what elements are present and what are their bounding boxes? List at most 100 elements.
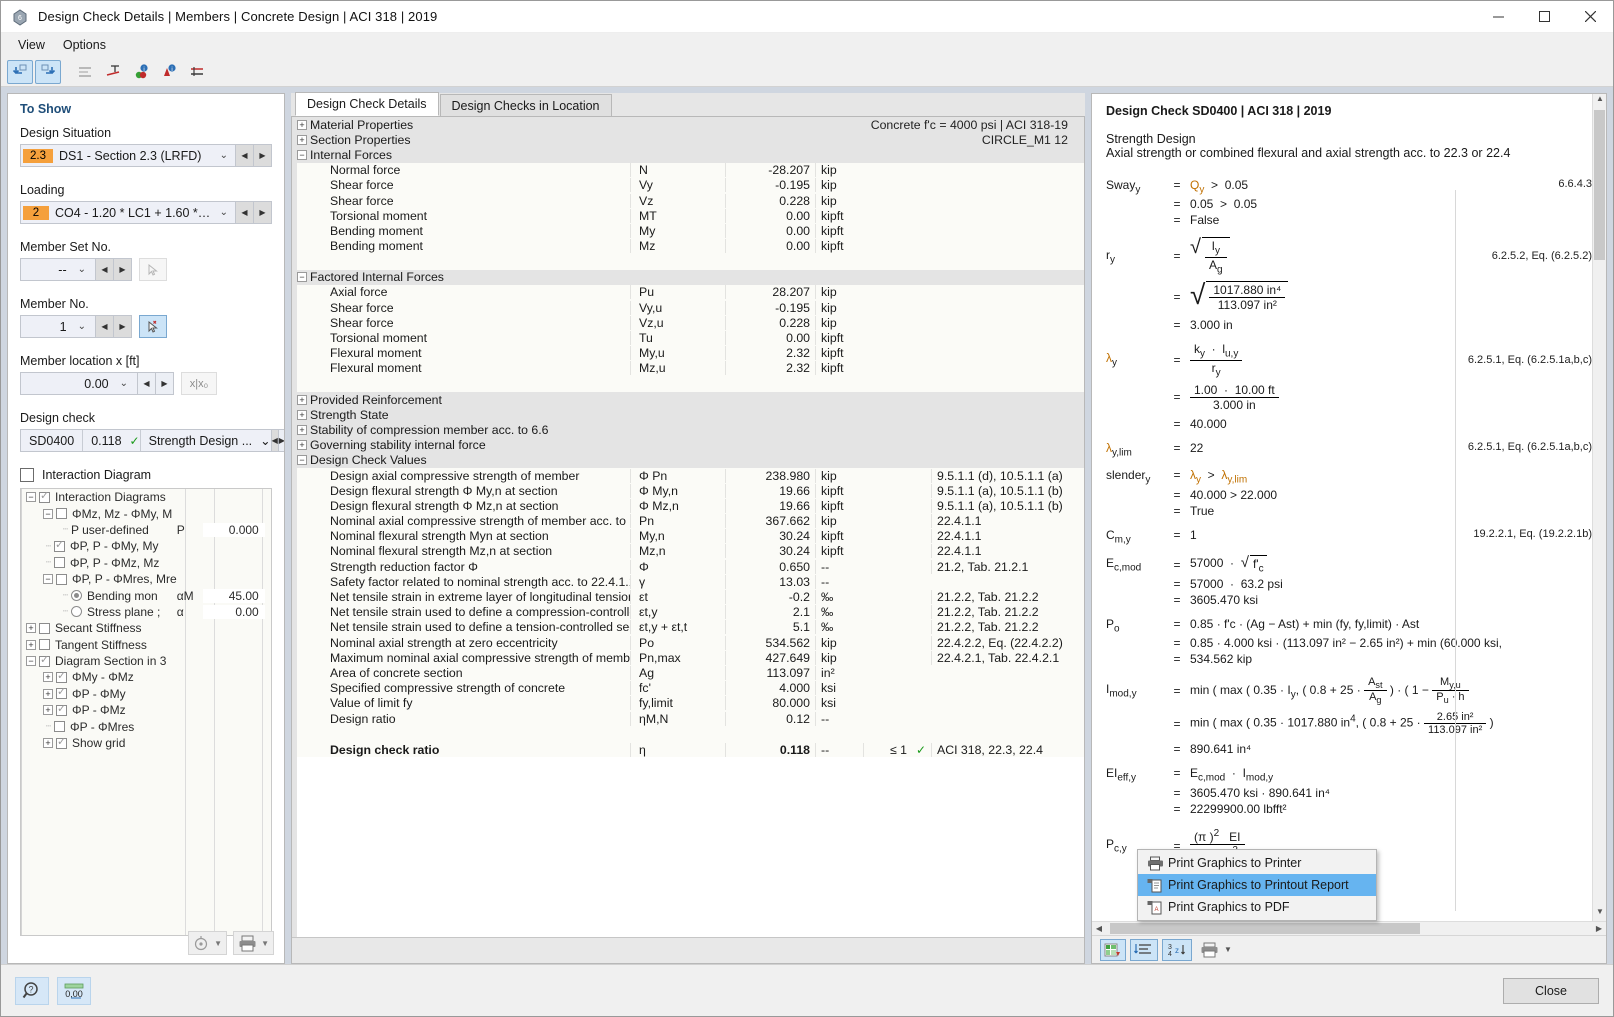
chevron-down-icon[interactable]: ⌄	[71, 321, 93, 332]
member-location-prev-button[interactable]: ◀	[138, 372, 156, 395]
member-no-combo[interactable]: 1 ⌄	[20, 315, 96, 338]
table-row[interactable]: Specified compressive strength of concre…	[292, 680, 1084, 696]
tree-checkbox[interactable]	[54, 539, 65, 552]
hscroll-thumb[interactable]	[1110, 923, 1420, 934]
formula-vertical-scrollbar[interactable]: ▲ ▼	[1592, 94, 1606, 921]
tree-item[interactable]: + Tangent Stiffness	[22, 637, 271, 653]
scroll-down-arrow[interactable]: ▼	[1593, 907, 1606, 921]
design-check-next-button[interactable]: ▶	[278, 429, 284, 452]
table-group-row[interactable]: + Governing stability internal force	[292, 437, 1084, 453]
table-group-row[interactable]: + Provided Reinforcement	[292, 392, 1084, 408]
group-expander[interactable]: +	[297, 424, 307, 435]
formula-horizontal-scrollbar[interactable]: ◀ ▶	[1092, 921, 1606, 935]
number-sort-icon[interactable]: 34z	[1162, 938, 1192, 961]
menu-options[interactable]: Options	[54, 36, 115, 54]
maximize-button[interactable]	[1521, 1, 1567, 33]
tree-item[interactable]: + ΦMy - ΦMz	[22, 669, 271, 685]
loading-combo[interactable]: 2 CO4 - 1.20 * LC1 + 1.60 * LC2 + ... ⌄	[20, 201, 236, 224]
table-row[interactable]: Torsional moment Tu 0.00 kipft	[292, 330, 1084, 346]
context-menu-item-print-to-printout-report[interactable]: Print Graphics to Printout Report	[1138, 874, 1376, 896]
dimension-icon[interactable]	[100, 60, 126, 84]
loading-next-button[interactable]: ▶	[254, 201, 272, 224]
tree-expander[interactable]: +	[43, 738, 53, 749]
tree-expander[interactable]: −	[43, 508, 53, 519]
table-row[interactable]: Net tensile strain in extreme layer of l…	[292, 589, 1084, 605]
close-window-button[interactable]	[1567, 1, 1613, 33]
table-row[interactable]: Flexural moment My,u 2.32 kipft	[292, 345, 1084, 361]
table-row[interactable]: Shear force Vy,u -0.195 kip	[292, 300, 1084, 316]
print-context-menu[interactable]: Print Graphics to Printer Print Graphics…	[1137, 849, 1377, 921]
member-pick-icon[interactable]	[139, 315, 167, 338]
table-row[interactable]: Strength reduction factor Φ Φ 0.650 -- 21.2,…	[292, 559, 1084, 575]
tree-item[interactable]: − ΦMz, Mz - ΦMy, M	[22, 505, 271, 521]
design-check-prev-button[interactable]: ◀	[271, 429, 279, 452]
tree-item-value[interactable]: 0.000	[202, 522, 265, 537]
group-expander[interactable]: +	[297, 440, 307, 451]
table-group-row[interactable]: + Stability of compression member acc. to…	[292, 422, 1084, 438]
group-expander[interactable]: +	[297, 119, 307, 130]
table-row[interactable]: Safety factor related to nominal strengt…	[292, 574, 1084, 590]
group-expander[interactable]: +	[297, 409, 307, 420]
info-green-icon[interactable]: i	[128, 60, 154, 84]
scroll-thumb[interactable]	[1594, 110, 1605, 260]
interaction-diagram-tree[interactable]: −Interaction Diagrams−ΦMz, Mz - ΦMy, M┄P…	[20, 488, 272, 936]
tree-expander[interactable]: +	[26, 639, 36, 650]
tree-item[interactable]: − ΦP, P - ΦMres, Mre	[22, 571, 271, 587]
tree-radio[interactable]	[71, 590, 82, 602]
formula-scroll-area[interactable]: Design Check SD0400 | ACI 318 | 2019 Str…	[1092, 94, 1606, 921]
table-row[interactable]: Nominal flexural strength Mz,n at sectio…	[292, 543, 1084, 560]
table-row[interactable]: Flexural moment Mz,u 2.32 kipft	[292, 360, 1084, 376]
table-row[interactable]: Nominal axial compressive strength of me…	[292, 513, 1084, 529]
loading-prev-button[interactable]: ◀	[236, 201, 254, 224]
export-excel-icon[interactable]	[1100, 938, 1126, 961]
table-group-row[interactable]: + Strength State	[292, 407, 1084, 423]
chevron-down-icon[interactable]: ⌄	[260, 433, 270, 448]
tree-expander[interactable]: +	[43, 688, 53, 699]
tree-item[interactable]: ┄ ΦP - ΦMres	[22, 718, 271, 734]
tree-checkbox[interactable]	[54, 557, 65, 569]
chevron-down-icon[interactable]: ▼	[261, 939, 269, 948]
design-situation-prev-button[interactable]: ◀	[236, 144, 254, 167]
group-expander[interactable]: +	[297, 134, 307, 145]
tree-expander[interactable]: +	[43, 672, 53, 683]
tree-expander[interactable]: +	[43, 705, 53, 716]
table-row[interactable]: Bending moment My 0.00 kipft	[292, 223, 1084, 239]
table-group-row[interactable]: + Section Properties CIRCLE_M1 12	[292, 132, 1084, 148]
tree-checkbox[interactable]	[56, 670, 67, 683]
scroll-up-arrow[interactable]: ▲	[1593, 94, 1606, 108]
table-row[interactable]: Axial force Pu 28.207 kip	[292, 284, 1084, 301]
table-row[interactable]: Shear force Vz 0.228 kip	[292, 192, 1084, 209]
tree-item[interactable]: + ΦP - ΦMy	[22, 686, 271, 702]
group-expander[interactable]: −	[297, 455, 307, 466]
chevron-down-icon[interactable]: ⌄	[213, 207, 235, 218]
member-set-no-prev-button[interactable]: ◀	[96, 258, 114, 281]
table-group-row[interactable]: − Internal Forces	[292, 147, 1084, 163]
table-row[interactable]: Shear force Vz,u 0.228 kip	[292, 315, 1084, 331]
group-expander[interactable]: −	[297, 272, 307, 283]
menu-view[interactable]: View	[9, 36, 54, 54]
member-icon[interactable]	[184, 60, 210, 84]
table-row[interactable]: Nominal axial strength at zero eccentric…	[292, 635, 1084, 651]
table-row[interactable]: Value of limit fy fy,limit 80.000 ksi	[292, 695, 1084, 711]
context-menu-item-print-to-printer[interactable]: Print Graphics to Printer	[1138, 852, 1376, 874]
context-menu-item-print-to-pdf[interactable]: A Print Graphics to PDF	[1138, 896, 1376, 918]
tree-expander[interactable]: −	[26, 492, 36, 503]
tree-item-value[interactable]: 45.00	[202, 588, 265, 603]
navigate-forward-icon[interactable]	[35, 59, 61, 84]
group-expander[interactable]: +	[297, 394, 307, 405]
table-group-row[interactable]: − Design Check Values	[292, 452, 1084, 468]
design-situation-next-button[interactable]: ▶	[254, 144, 272, 167]
tree-item[interactable]: − Diagram Section in 3	[22, 653, 271, 669]
member-set-no-combo[interactable]: -- ⌄	[20, 258, 96, 281]
tab-design-check-details[interactable]: Design Check Details	[295, 92, 439, 116]
chevron-down-icon[interactable]: ▼	[1224, 945, 1232, 954]
scroll-left-arrow[interactable]: ◀	[1092, 924, 1106, 933]
tree-expander[interactable]: −	[43, 574, 53, 585]
tree-checkbox[interactable]	[39, 654, 50, 667]
tree-item[interactable]: ┄ Bending mon αM 45.00deg	[22, 587, 271, 603]
chevron-down-icon[interactable]: ⌄	[113, 378, 135, 389]
table-row[interactable]: Area of concrete section Ag 113.097 in²	[292, 665, 1084, 681]
minimize-button[interactable]	[1475, 1, 1521, 33]
tree-checkbox[interactable]	[56, 703, 67, 716]
table-row[interactable]: Nominal flexural strength Myn at section…	[292, 528, 1084, 544]
